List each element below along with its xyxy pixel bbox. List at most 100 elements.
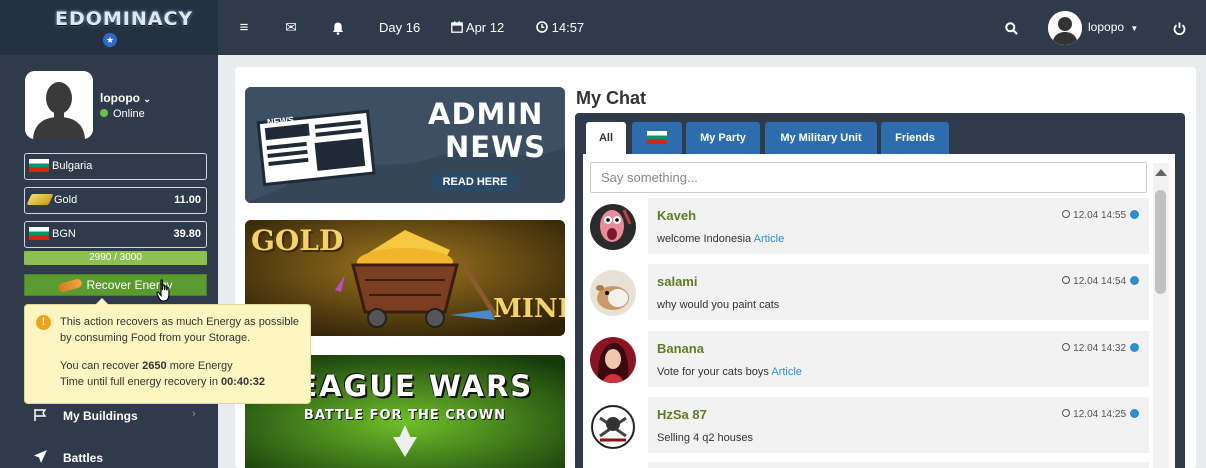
online-status-text: Online bbox=[113, 108, 145, 120]
logo-text: EDOMINACY bbox=[55, 8, 194, 30]
check-icon bbox=[1130, 275, 1139, 285]
gold-box[interactable]: Gold 11.00 bbox=[24, 187, 207, 214]
food-icon bbox=[57, 278, 84, 294]
tab-all[interactable]: All bbox=[586, 122, 626, 154]
calendar-icon bbox=[451, 20, 466, 35]
logo-star-icon: ★ bbox=[103, 33, 117, 47]
tab-friends[interactable]: Friends bbox=[881, 122, 949, 154]
gold-mine-word-2: MINE bbox=[493, 294, 565, 324]
message-time: 12.04 14:54 bbox=[1062, 275, 1139, 287]
message-time-text: 12.04 14:32 bbox=[1073, 343, 1126, 354]
energy-bar: 2990 / 3000 bbox=[24, 251, 207, 265]
tab-my-party[interactable]: My Party bbox=[686, 122, 760, 154]
sidebar-item-label: My Buildings bbox=[63, 409, 138, 423]
sidebar-item-my-buildings[interactable]: My Buildings bbox=[30, 405, 138, 425]
bulgaria-flag-icon bbox=[647, 130, 667, 144]
chat-title: My Chat bbox=[576, 88, 647, 108]
message-author[interactable]: HzSa 87 bbox=[657, 407, 707, 422]
gold-value: 11.00 bbox=[174, 194, 201, 206]
game-date: Apr 12 bbox=[451, 0, 504, 55]
scroll-up-arrow-icon[interactable] bbox=[1155, 169, 1167, 176]
chevron-down-icon: ⌄ bbox=[143, 94, 151, 104]
search-icon[interactable] bbox=[1003, 0, 1019, 55]
bulgaria-flag-icon bbox=[29, 226, 49, 240]
message-time-text: 12.04 14:54 bbox=[1073, 276, 1126, 287]
chat-message: Banana 12.04 14:32 Vote for your cats bo… bbox=[648, 331, 1149, 387]
country-name: Bulgaria bbox=[52, 160, 93, 172]
tooltip-line-4-prefix: Time until full energy recovery in bbox=[60, 376, 221, 388]
profile-username-text: lopopo bbox=[100, 91, 140, 105]
chevron-right-icon: › bbox=[192, 408, 196, 420]
message-author[interactable]: salami bbox=[657, 274, 697, 289]
online-status: Online bbox=[100, 108, 145, 120]
info-icon: ! bbox=[36, 315, 51, 330]
profile-avatar[interactable] bbox=[25, 71, 93, 139]
bell-icon[interactable] bbox=[330, 0, 346, 55]
energy-tooltip: ! This action recovers as much Energy as… bbox=[24, 298, 311, 404]
bulgaria-flag-icon bbox=[29, 158, 49, 172]
tooltip-arrow bbox=[95, 298, 109, 305]
message-body: Selling 4 q2 houses bbox=[657, 432, 754, 444]
message-text: why would you paint cats bbox=[657, 299, 779, 311]
tooltip-line-1: This action recovers as much Energy as p… bbox=[60, 316, 300, 328]
league-wars-line-2: BATTLE FOR THE CROWN bbox=[303, 408, 507, 423]
mail-icon[interactable]: ✉ bbox=[283, 0, 299, 55]
avatar[interactable] bbox=[590, 204, 636, 250]
tooltip-line-2: by consuming Food from your Storage. bbox=[60, 332, 251, 344]
avatar[interactable] bbox=[590, 337, 636, 383]
clock-icon bbox=[1062, 343, 1071, 352]
message-author[interactable]: Banana bbox=[657, 341, 704, 356]
avatar[interactable] bbox=[590, 270, 636, 316]
energy-recovery-time: 00:40:32 bbox=[221, 376, 266, 388]
profile-username[interactable]: lopopo ⌄ bbox=[100, 91, 151, 105]
chat-message bbox=[648, 462, 1149, 468]
message-body: Vote for your cats boys bbox=[657, 366, 772, 378]
game-day: Day 16 bbox=[379, 20, 421, 35]
currency-label: BGN bbox=[52, 228, 76, 240]
article-link[interactable]: Article bbox=[754, 233, 785, 245]
chat-message-input[interactable] bbox=[590, 162, 1147, 193]
clock-icon bbox=[1062, 210, 1071, 219]
country-box[interactable]: Bulgaria bbox=[24, 153, 207, 180]
message-time: 12.04 14:32 bbox=[1062, 342, 1139, 354]
gold-bar-icon bbox=[26, 193, 54, 205]
flag-icon bbox=[30, 405, 50, 425]
message-text: Selling 4 q2 houses bbox=[657, 432, 753, 444]
tab-country[interactable] bbox=[632, 122, 682, 154]
hand-cursor-icon bbox=[156, 279, 174, 306]
article-link[interactable]: Article bbox=[771, 366, 802, 378]
message-time-text: 12.04 14:55 bbox=[1073, 210, 1126, 221]
tooltip-line-4: Time until full energy recovery in 00:40… bbox=[60, 374, 300, 390]
currency-box[interactable]: BGN 39.80 bbox=[24, 221, 207, 248]
chat-message: salami 12.04 14:54 why would you paint c… bbox=[648, 264, 1149, 320]
sidebar-item-battles[interactable]: Battles bbox=[30, 447, 103, 467]
chat-scrollbar-thumb[interactable] bbox=[1155, 190, 1166, 294]
avatar[interactable] bbox=[590, 404, 636, 450]
user-avatar[interactable] bbox=[1048, 11, 1082, 45]
read-here-button[interactable]: READ HERE bbox=[431, 173, 519, 191]
online-dot-icon bbox=[100, 109, 108, 118]
user-menu[interactable]: lopopo ▼ bbox=[1088, 0, 1138, 55]
caret-down-icon: ▼ bbox=[1130, 24, 1139, 33]
message-author[interactable]: Kaveh bbox=[657, 208, 696, 223]
logo[interactable]: EDOMINACY ★ bbox=[0, 0, 218, 55]
time-text: 14:57 bbox=[551, 20, 585, 35]
clock-icon bbox=[1062, 276, 1071, 285]
menu-icon[interactable]: ≡ bbox=[236, 0, 252, 55]
admin-news-title-1: ADMIN bbox=[428, 97, 544, 131]
recoverable-energy: 2650 bbox=[142, 360, 167, 372]
message-time: 12.04 14:55 bbox=[1062, 209, 1139, 221]
clock-icon bbox=[536, 20, 552, 35]
gold-mine-word-1: GOLD bbox=[251, 224, 344, 257]
check-icon bbox=[1130, 408, 1139, 418]
chat-message: HzSa 87 12.04 14:25 Selling 4 q2 houses bbox=[648, 397, 1149, 453]
tab-my-military-unit[interactable]: My Military Unit bbox=[765, 122, 877, 154]
gold-label: Gold bbox=[54, 194, 78, 206]
top-bar: EDOMINACY ★ ≡ ✉ Day 16 Apr 12 14:57 lopo… bbox=[0, 0, 1206, 55]
admin-news-banner[interactable]: NEWS ADMIN NEWS READ HERE bbox=[245, 87, 565, 203]
date-text: Apr 12 bbox=[465, 20, 505, 35]
chat-message: Kaveh 12.04 14:55 welcome Indonesia Arti… bbox=[648, 198, 1149, 254]
recover-energy-button[interactable]: Recover Energy bbox=[24, 274, 207, 296]
power-icon[interactable] bbox=[1171, 0, 1187, 55]
check-icon bbox=[1130, 209, 1139, 219]
